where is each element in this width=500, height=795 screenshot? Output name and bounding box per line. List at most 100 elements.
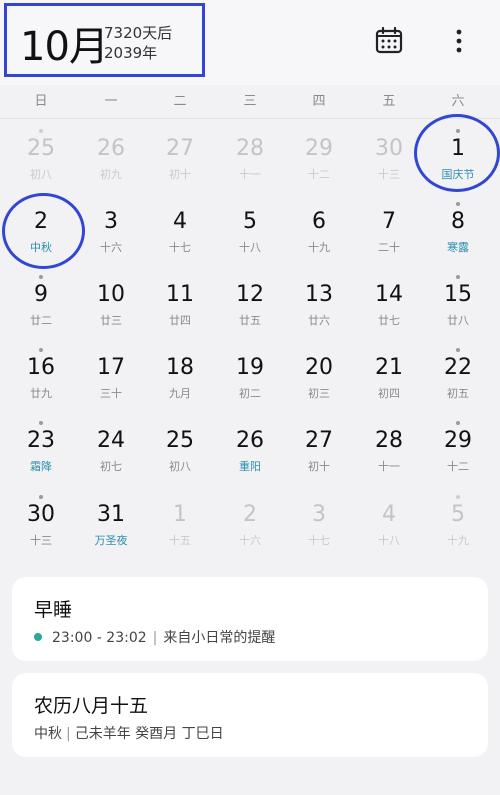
day-cell[interactable]: 29 十二 xyxy=(423,418,493,490)
day-number: 25 xyxy=(27,136,55,161)
day-cell[interactable]: 21 初四 xyxy=(354,345,424,417)
day-number: 24 xyxy=(97,428,125,453)
lunar-day-label: 廿六 xyxy=(308,314,330,327)
lunar-day-label: 十五 xyxy=(169,534,191,547)
day-cell[interactable]: 19 初二 xyxy=(215,345,285,417)
day-cell[interactable]: 18 九月 xyxy=(145,345,215,417)
lunar-ganzhi: 己未羊年 癸酉月 丁巳日 xyxy=(74,726,224,742)
lunar-day-label: 十六 xyxy=(239,534,261,547)
lunar-day-label: 十六 xyxy=(100,241,122,254)
day-number: 31 xyxy=(97,502,125,527)
day-cell[interactable]: 25 初八 xyxy=(6,126,76,198)
day-cell[interactable]: 25 初八 xyxy=(145,418,215,490)
lunar-day-label: 廿四 xyxy=(169,314,191,327)
lunar-day-label: 初八 xyxy=(30,168,52,181)
day-cell[interactable]: 3 十六 xyxy=(76,199,146,271)
day-cell[interactable]: 22 初五 xyxy=(423,345,493,417)
day-cell[interactable]: 31 万圣夜 xyxy=(76,492,146,564)
day-cell[interactable]: 14 廿七 xyxy=(354,272,424,344)
lunar-day-label: 廿八 xyxy=(447,314,469,327)
day-cell[interactable]: 16 廿九 xyxy=(6,345,76,417)
highlight-ring-oct-2 xyxy=(2,193,85,269)
lunar-day-label: 九月 xyxy=(169,387,191,400)
day-number: 19 xyxy=(236,355,264,380)
lunar-day-label: 初三 xyxy=(308,387,330,400)
today-calendar-button[interactable] xyxy=(372,24,406,58)
day-cell[interactable]: 27 初十 xyxy=(145,126,215,198)
weekday-sat: 六 xyxy=(451,94,465,109)
day-cell[interactable]: 28 十一 xyxy=(354,418,424,490)
event-time: 23:00 - 23:02 xyxy=(52,630,147,646)
event-dot-icon xyxy=(34,633,42,641)
day-cell[interactable]: 11 廿四 xyxy=(145,272,215,344)
lunar-festival: 中秋 xyxy=(34,726,62,742)
day-cell[interactable]: 10 廿三 xyxy=(76,272,146,344)
day-number: 4 xyxy=(173,209,187,234)
lunar-date-title: 农历八月十五 xyxy=(34,695,149,717)
lunar-day-label: 初十 xyxy=(169,168,191,181)
event-indicator-dot xyxy=(456,421,460,425)
day-number: 11 xyxy=(166,282,194,307)
day-cell[interactable]: 4 十七 xyxy=(145,199,215,271)
day-number: 1 xyxy=(173,502,187,527)
day-cell[interactable]: 27 初十 xyxy=(284,418,354,490)
day-number: 10 xyxy=(97,282,125,307)
day-cell[interactable]: 5 十九 xyxy=(423,492,493,564)
lunar-day-label: 二十 xyxy=(378,241,400,254)
day-number: 14 xyxy=(375,282,403,307)
day-cell[interactable]: 17 三十 xyxy=(76,345,146,417)
lunar-day-label: 初十 xyxy=(308,460,330,473)
day-number: 13 xyxy=(305,282,333,307)
day-cell[interactable]: 26 重阳 xyxy=(215,418,285,490)
day-cell[interactable]: 20 初三 xyxy=(284,345,354,417)
day-number: 3 xyxy=(312,502,326,527)
day-cell[interactable]: 9 廿二 xyxy=(6,272,76,344)
highlight-ring-oct-1 xyxy=(414,114,500,192)
day-cell[interactable]: 23 霜降 xyxy=(6,418,76,490)
event-indicator-dot xyxy=(39,495,43,499)
more-options-button[interactable] xyxy=(446,24,472,58)
event-indicator-dot xyxy=(39,129,43,133)
event-detail: 23:00 - 23:02 | 来自小日常的提醒 xyxy=(34,627,275,647)
lunar-day-label: 三十 xyxy=(100,387,122,400)
lunar-day-label: 初九 xyxy=(100,168,122,181)
day-number: 5 xyxy=(451,502,465,527)
festival-label: 霜降 xyxy=(30,460,52,473)
event-source: 来自小日常的提醒 xyxy=(163,630,276,646)
event-indicator-dot xyxy=(456,275,460,279)
day-cell[interactable]: 30 十三 xyxy=(354,126,424,198)
day-cell[interactable]: 4 十八 xyxy=(354,492,424,564)
day-cell[interactable]: 3 十七 xyxy=(284,492,354,564)
day-cell[interactable]: 7 二十 xyxy=(354,199,424,271)
lunar-day-label: 十七 xyxy=(169,241,191,254)
lunar-detail: 中秋 | 己未羊年 癸酉月 丁巳日 xyxy=(34,723,224,743)
day-cell[interactable]: 13 廿六 xyxy=(284,272,354,344)
lunar-separator: | xyxy=(66,726,71,742)
day-number: 7 xyxy=(382,209,396,234)
day-cell[interactable]: 12 廿五 xyxy=(215,272,285,344)
day-cell[interactable]: 1 十五 xyxy=(145,492,215,564)
day-number: 28 xyxy=(236,136,264,161)
day-cell[interactable]: 5 十八 xyxy=(215,199,285,271)
day-cell[interactable]: 2 十六 xyxy=(215,492,285,564)
day-cell[interactable]: 15 廿八 xyxy=(423,272,493,344)
day-cell[interactable]: 28 十一 xyxy=(215,126,285,198)
day-cell[interactable]: 8 寒露 xyxy=(423,199,493,271)
calendar-icon xyxy=(375,26,403,54)
day-cell[interactable]: 26 初九 xyxy=(76,126,146,198)
day-number: 29 xyxy=(444,428,472,453)
event-indicator-dot xyxy=(39,275,43,279)
day-number: 29 xyxy=(305,136,333,161)
month-title[interactable]: 10月 xyxy=(20,14,109,72)
lunar-info-card[interactable]: 农历八月十五 中秋 | 己未羊年 癸酉月 丁巳日 xyxy=(12,673,488,757)
day-cell[interactable]: 29 十二 xyxy=(284,126,354,198)
day-number: 3 xyxy=(104,209,118,234)
day-cell[interactable]: 30 十三 xyxy=(6,492,76,564)
lunar-day-label: 初五 xyxy=(447,387,469,400)
lunar-day-label: 十三 xyxy=(378,168,400,181)
day-cell[interactable]: 6 十九 xyxy=(284,199,354,271)
year-label: 2039年 xyxy=(104,44,158,62)
lunar-day-label: 廿三 xyxy=(100,314,122,327)
event-card[interactable]: 早睡 23:00 - 23:02 | 来自小日常的提醒 xyxy=(12,577,488,661)
day-cell[interactable]: 24 初七 xyxy=(76,418,146,490)
